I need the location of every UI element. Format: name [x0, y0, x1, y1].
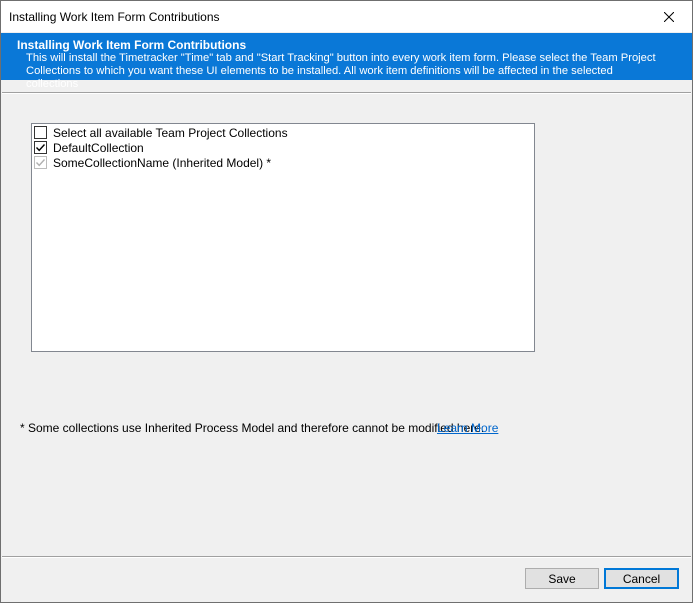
close-icon — [664, 11, 674, 22]
select-all-checkbox[interactable] — [34, 126, 47, 139]
top-separator — [2, 92, 691, 94]
header-banner: Installing Work Item Form Contributions … — [1, 33, 692, 90]
list-item-inherited-collection: SomeCollectionName (Inherited Model) * — [34, 155, 271, 170]
checkmark-icon — [35, 159, 46, 167]
select-all-label: Select all available Team Project Collec… — [53, 125, 288, 140]
banner-description: This will install the Timetracker "Time"… — [26, 52, 656, 90]
title-bar: Installing Work Item Form Contributions — [1, 1, 692, 32]
dialog-window: Installing Work Item Form Contributions … — [0, 0, 693, 603]
inherited-collection-checkbox — [34, 156, 47, 169]
inherited-collection-label: SomeCollectionName (Inherited Model) * — [53, 155, 272, 170]
bottom-separator — [2, 556, 691, 558]
default-collection-label: DefaultCollection — [53, 140, 144, 155]
list-item-select-all[interactable]: Select all available Team Project Collec… — [34, 125, 288, 140]
inherited-model-footnote: * Some collections use Inherited Process… — [20, 421, 485, 435]
banner-title: Installing Work Item Form Contributions — [17, 38, 247, 52]
default-collection-checkbox[interactable] — [34, 141, 47, 154]
cancel-button[interactable]: Cancel — [604, 568, 679, 589]
close-button[interactable] — [646, 1, 692, 32]
checkmark-icon — [35, 144, 46, 152]
learn-more-link[interactable]: Learn More — [437, 421, 498, 435]
window-title: Installing Work Item Form Contributions — [9, 10, 220, 24]
save-button[interactable]: Save — [525, 568, 599, 589]
collections-checked-list[interactable]: Select all available Team Project Collec… — [31, 123, 535, 352]
list-item-default-collection[interactable]: DefaultCollection — [34, 140, 144, 155]
